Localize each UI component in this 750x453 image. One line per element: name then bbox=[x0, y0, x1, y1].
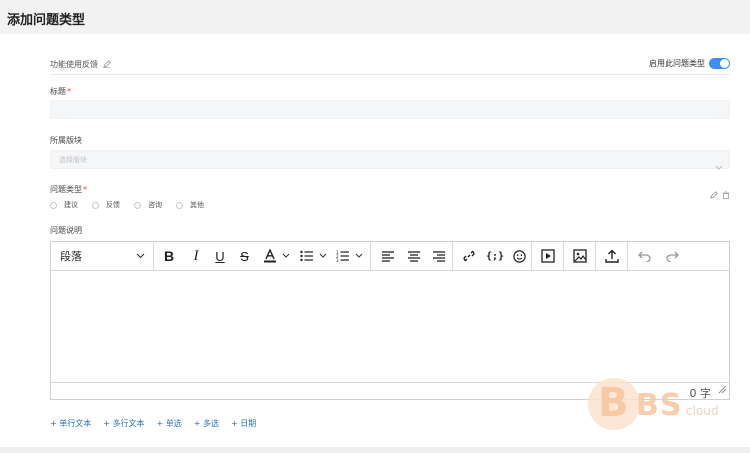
question-type-label: 问题类型* bbox=[50, 184, 87, 195]
edit-pencil-icon[interactable] bbox=[710, 184, 718, 203]
watermark-bs: BS bbox=[636, 388, 683, 423]
trash-icon[interactable] bbox=[722, 184, 730, 203]
align-group bbox=[371, 242, 453, 270]
description-label: 问题说明 bbox=[50, 226, 82, 235]
toggle-knob bbox=[720, 59, 729, 68]
undo-icon[interactable] bbox=[630, 242, 658, 270]
align-right-icon[interactable] bbox=[426, 242, 452, 270]
chevron-down-icon bbox=[136, 253, 145, 259]
editor-toolbar: 段落 B I U S 123 {;} bbox=[51, 242, 729, 271]
add-multi-line-text-link[interactable]: + 多行文本 bbox=[103, 418, 144, 429]
chevron-down-icon bbox=[715, 156, 723, 175]
bold-icon[interactable]: B bbox=[154, 242, 184, 270]
top-bar: 添加问题类型 bbox=[0, 0, 750, 34]
title-label-text: 标题 bbox=[50, 87, 66, 96]
radio-label: 反馈 bbox=[106, 201, 120, 209]
radio-option[interactable]: 建议 bbox=[50, 200, 78, 210]
bottom-bar bbox=[0, 447, 750, 453]
edit-pencil-icon[interactable] bbox=[102, 59, 111, 70]
link-icon[interactable] bbox=[455, 242, 483, 270]
question-type-actions bbox=[710, 184, 730, 203]
section-label: 功能使用反馈 bbox=[50, 60, 98, 69]
watermark-cloud: cloud bbox=[686, 404, 719, 418]
module-select[interactable]: 选择版块 bbox=[50, 150, 730, 170]
radio-option[interactable]: 其他 bbox=[176, 200, 204, 210]
watermark-letter: B bbox=[598, 380, 629, 426]
radio-option[interactable]: 反馈 bbox=[92, 200, 120, 210]
add-field-links: + 单行文本 + 多行文本 + 单选 + 多选 + 日期 bbox=[50, 418, 256, 429]
video-icon[interactable] bbox=[532, 242, 563, 270]
radio-circle[interactable] bbox=[176, 201, 183, 209]
font-color-icon[interactable] bbox=[257, 242, 295, 270]
emoji-icon[interactable] bbox=[507, 242, 531, 270]
section-label-group: 功能使用反馈 bbox=[50, 59, 111, 70]
add-date-link[interactable]: + 日期 bbox=[231, 418, 256, 429]
radio-label: 其他 bbox=[190, 201, 204, 209]
image-icon[interactable] bbox=[564, 242, 595, 270]
bullet-list-icon[interactable] bbox=[295, 242, 331, 270]
required-asterisk: * bbox=[83, 185, 87, 194]
question-type-radios: 建议 反馈 咨询 其他 bbox=[50, 200, 218, 210]
title-input[interactable] bbox=[50, 100, 730, 119]
redo-icon[interactable] bbox=[658, 242, 686, 270]
radio-label: 咨询 bbox=[148, 201, 162, 209]
rich-text-editor: 段落 B I U S 123 {;} 0 字 bbox=[50, 241, 730, 400]
align-left-icon[interactable] bbox=[375, 242, 401, 270]
bbs-cloud-watermark: B BS cloud bbox=[588, 378, 738, 434]
enable-label: 启用此问题类型 bbox=[649, 59, 705, 68]
radio-label: 建议 bbox=[64, 201, 78, 209]
add-single-choice-link[interactable]: + 单选 bbox=[157, 418, 182, 429]
title-field-label: 标题* bbox=[50, 86, 71, 97]
numbered-list-icon[interactable]: 123 bbox=[331, 242, 367, 270]
paragraph-group: 段落 bbox=[51, 242, 154, 270]
code-icon[interactable]: {;} bbox=[483, 242, 507, 270]
format-group: B I U S 123 bbox=[154, 242, 371, 270]
module-field-label: 所属版块 bbox=[50, 136, 82, 145]
video-group bbox=[532, 242, 564, 270]
editor-content-area[interactable] bbox=[51, 271, 729, 382]
add-single-line-text-link[interactable]: + 单行文本 bbox=[50, 418, 91, 429]
italic-icon[interactable]: I bbox=[184, 242, 208, 270]
page-title: 添加问题类型 bbox=[7, 13, 86, 28]
radio-circle[interactable] bbox=[134, 201, 141, 209]
qtype-label-text: 问题类型 bbox=[50, 185, 82, 194]
upload-icon[interactable] bbox=[596, 242, 627, 270]
radio-option[interactable]: 咨询 bbox=[134, 200, 162, 210]
strikethrough-icon[interactable]: S bbox=[232, 242, 257, 270]
underline-icon[interactable]: U bbox=[208, 242, 232, 270]
image-group bbox=[564, 242, 596, 270]
upload-group bbox=[596, 242, 628, 270]
add-multi-choice-link[interactable]: + 多选 bbox=[194, 418, 219, 429]
paragraph-select[interactable]: 段落 bbox=[51, 242, 153, 270]
radio-circle[interactable] bbox=[50, 201, 57, 209]
form-header-row: 功能使用反馈 启用此问题类型 bbox=[50, 58, 730, 75]
history-group bbox=[628, 242, 688, 270]
module-select-placeholder: 选择版块 bbox=[59, 156, 87, 164]
required-asterisk: * bbox=[67, 87, 71, 96]
enable-toggle[interactable] bbox=[709, 58, 730, 69]
paragraph-select-label: 段落 bbox=[60, 250, 82, 263]
align-center-icon[interactable] bbox=[401, 242, 427, 270]
enable-toggle-group: 启用此问题类型 bbox=[649, 58, 730, 69]
radio-circle[interactable] bbox=[92, 201, 99, 209]
insert-group: {;} bbox=[453, 242, 532, 270]
svg-text:3: 3 bbox=[336, 258, 339, 262]
